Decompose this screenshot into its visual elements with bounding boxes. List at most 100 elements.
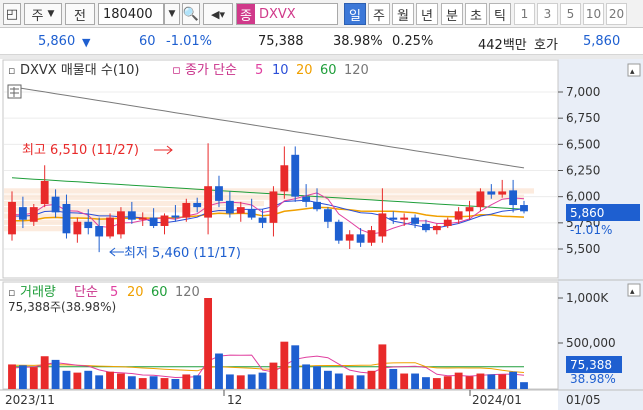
volume-bar <box>509 371 518 389</box>
volume-bar <box>84 370 93 389</box>
vol-ma-120-label: 120 <box>175 285 200 300</box>
volume-bar <box>334 373 343 389</box>
volume-value: 75,388 <box>258 34 304 49</box>
volume-bar <box>313 366 321 389</box>
window-icon[interactable]: ◰ <box>3 3 21 25</box>
code-input[interactable]: 180400 <box>98 3 164 25</box>
volume-bar <box>29 367 38 389</box>
ticker-field[interactable]: 종 DXVX <box>236 3 338 25</box>
vol-ma-20-label: 20 <box>127 285 144 300</box>
candle-body <box>247 209 256 218</box>
interval-10-button[interactable]: 10 <box>583 3 604 25</box>
volume-bar <box>280 341 289 389</box>
interval-5-button[interactable]: 5 <box>560 3 581 25</box>
volume-bar <box>258 372 267 389</box>
bid-price: 5,860 <box>583 34 621 49</box>
volume-bar <box>269 362 278 389</box>
volume-bar <box>8 364 16 389</box>
chart-area[interactable]: 7,0006,7506,5006,2506,0005,7505,500 5,86… <box>0 59 643 410</box>
candle-body <box>432 225 441 231</box>
tab-year[interactable]: 년 <box>416 3 438 25</box>
candle-body <box>454 211 463 220</box>
vol-ma-5-label: 5 <box>110 285 118 300</box>
tab-day[interactable]: 일 <box>344 3 366 25</box>
volume-bar <box>106 371 114 389</box>
y-tick-label: 6,500 <box>566 137 600 151</box>
current-price: 5,860 <box>38 34 76 49</box>
panel-menu-icon-2: ▴ <box>630 287 635 297</box>
candle-body <box>476 191 485 208</box>
volume-bar <box>18 365 27 389</box>
toolbar: ◰ 주 ▼ 전 180400 ▼ 🔍 ◀▾ 종 DXVX 일 주 월 년 분 초 … <box>0 0 643 28</box>
volume-bar <box>443 376 452 389</box>
market-label: 주 <box>31 8 44 24</box>
candle-body <box>302 196 311 202</box>
candle-body <box>138 217 147 220</box>
candle-body <box>465 207 474 212</box>
candle-body <box>291 154 300 197</box>
volume-bar <box>411 373 419 389</box>
volume-bar <box>138 378 147 389</box>
search-icon[interactable]: 🔍 <box>182 3 200 25</box>
interval-20-button[interactable]: 20 <box>606 3 627 25</box>
trade-value: 442백만 <box>478 38 527 53</box>
candle-body <box>18 207 27 220</box>
speaker-icon[interactable]: ◀▾ <box>203 3 233 25</box>
x-label-2023-11: 2023/11 <box>5 393 55 407</box>
candle-body <box>215 186 223 201</box>
candle-body <box>8 201 16 235</box>
tab-week[interactable]: 주 <box>368 3 390 25</box>
vol-ma-prefix: 단순 <box>74 285 98 300</box>
interval-3-button[interactable]: 3 <box>537 3 558 25</box>
candle-body <box>204 186 213 218</box>
tab-month[interactable]: 월 <box>392 3 414 25</box>
candle-body <box>40 180 49 204</box>
candle-body <box>345 234 354 241</box>
volume-bar <box>204 298 213 389</box>
volume-bar <box>476 373 485 389</box>
candle-body <box>51 196 60 213</box>
candle-body <box>520 205 528 212</box>
volume-bar <box>236 375 245 389</box>
volume-bar <box>367 370 376 389</box>
volume-bar <box>51 359 60 389</box>
period-label: 전 <box>74 8 86 24</box>
tab-tick[interactable]: 틱 <box>489 3 511 25</box>
y-tick-label: 6,750 <box>566 111 600 125</box>
market-select[interactable]: 주 ▼ <box>24 3 62 25</box>
price-panel-title: DXVX 매물대 수(10) <box>20 63 140 78</box>
current-volume-pct: 38.98% <box>570 372 616 386</box>
volume-panel-title: 거래량 <box>20 285 56 300</box>
bid-label: 호가 <box>534 38 558 53</box>
candle-body <box>498 191 507 195</box>
volume-bar <box>356 375 365 389</box>
volume-bar <box>117 373 125 389</box>
chevron-down-icon: ▼ <box>47 9 55 19</box>
ma-prefix: ▫ 종가 단순 <box>172 63 237 78</box>
panel-toggle-icon[interactable]: ▫ <box>8 64 15 77</box>
volume-bar <box>247 374 256 389</box>
candle-body <box>367 230 376 243</box>
ticker-tag: 종 <box>237 4 255 24</box>
candle-body <box>106 217 114 237</box>
volume-bar <box>378 344 387 389</box>
volume-bar <box>160 378 169 389</box>
interval-1-button[interactable]: 1 <box>514 3 535 25</box>
candle-body <box>443 219 452 226</box>
ma-120-label: 120 <box>344 63 369 78</box>
candle-body <box>149 217 158 226</box>
candle-body <box>127 211 136 220</box>
tab-second[interactable]: 초 <box>465 3 487 25</box>
period-select[interactable]: 전 <box>65 3 95 25</box>
volume-bar <box>73 372 82 389</box>
candle-body <box>160 215 169 226</box>
candle-body <box>400 217 409 220</box>
volume-bar <box>323 370 332 389</box>
volume-bar <box>432 378 441 389</box>
tab-minute[interactable]: 분 <box>441 3 463 25</box>
candle-body <box>269 191 278 223</box>
quote-bar: 5,860 ▼ 60 -1.01% 75,388 38.98% 0.25% 44… <box>0 29 643 55</box>
candle-body <box>487 191 496 195</box>
candle-body <box>323 209 332 222</box>
code-dropdown-button[interactable]: ▼ <box>164 3 180 25</box>
